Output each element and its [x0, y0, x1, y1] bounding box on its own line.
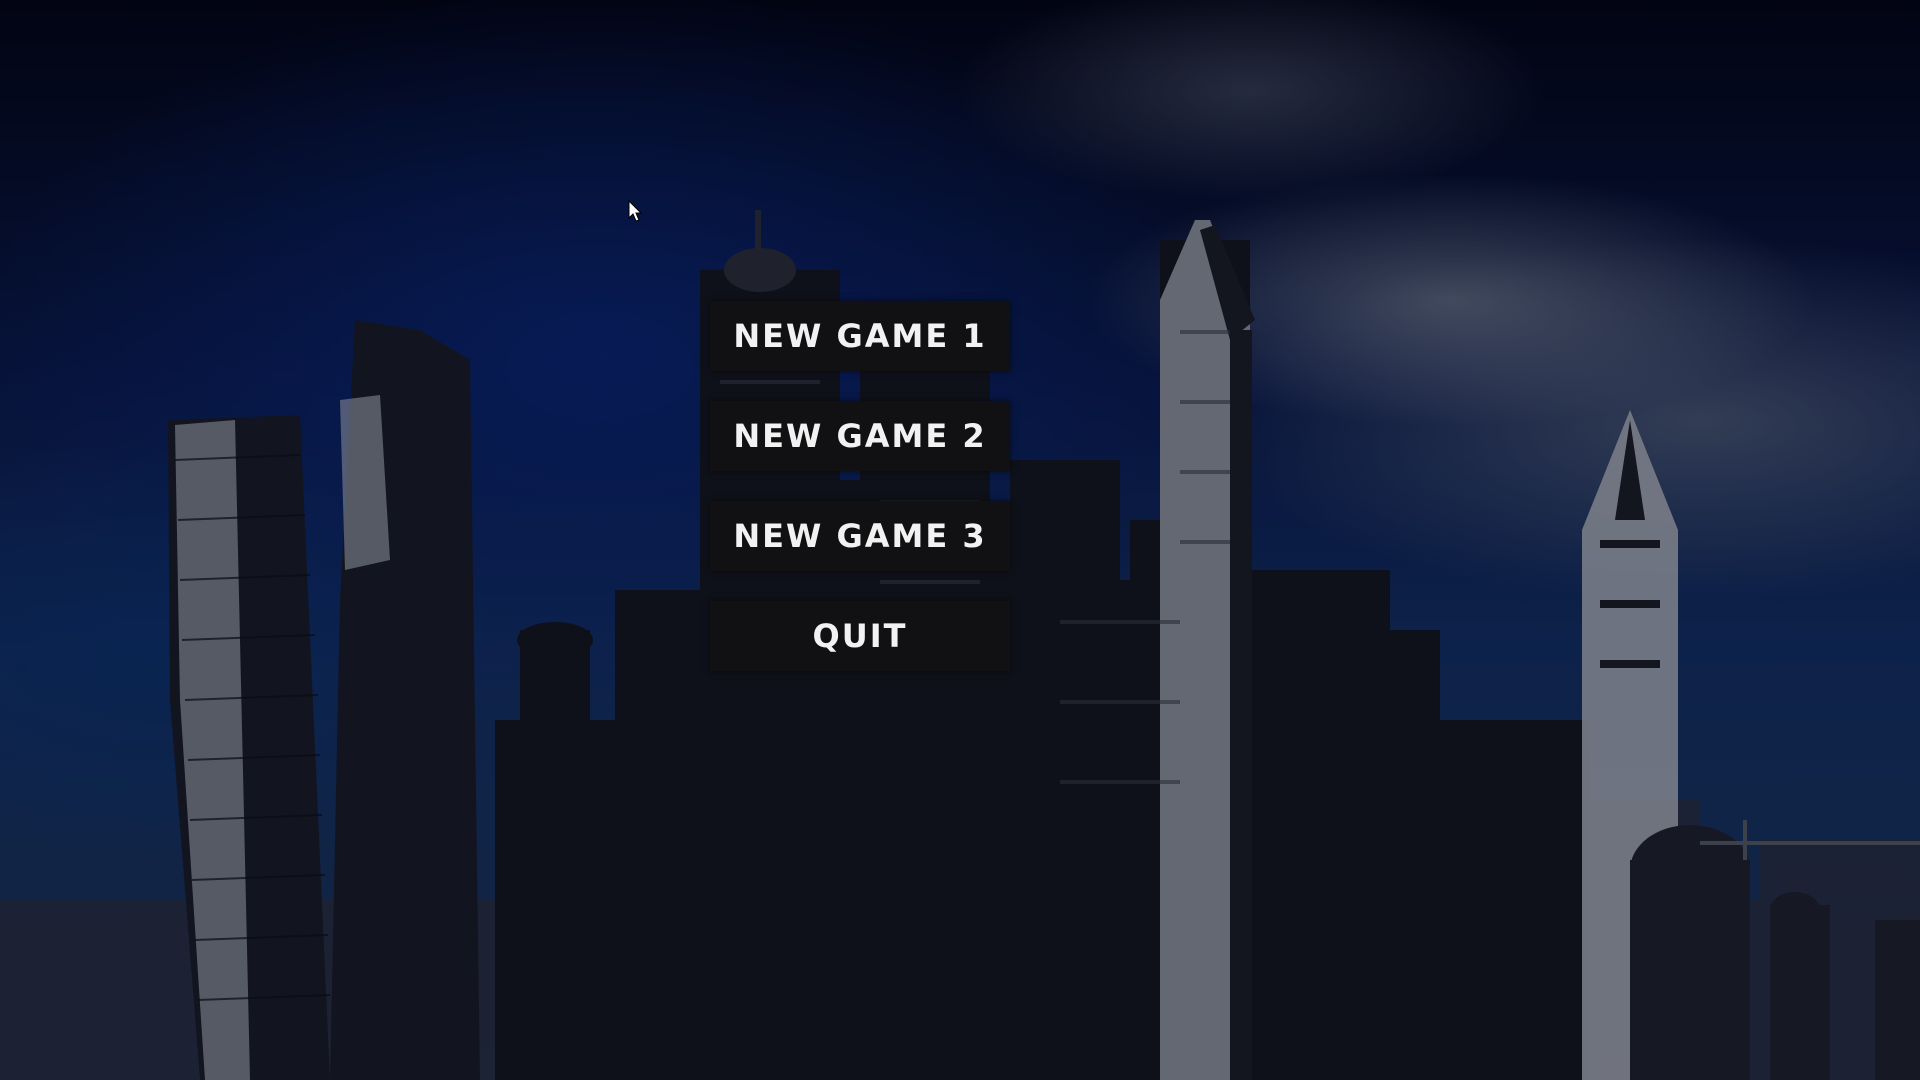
new-game-3-button[interactable]: NEW GAME 3 [710, 501, 1010, 571]
game-menu-screen: NEW GAME 1 NEW GAME 2 NEW GAME 3 QUIT [0, 0, 1920, 1080]
new-game-2-button[interactable]: NEW GAME 2 [710, 401, 1010, 471]
new-game-1-button[interactable]: NEW GAME 1 [710, 301, 1010, 371]
quit-button[interactable]: QUIT [710, 601, 1010, 671]
arrow-cursor-icon [628, 200, 642, 222]
main-menu: NEW GAME 1 NEW GAME 2 NEW GAME 3 QUIT [710, 301, 1010, 671]
